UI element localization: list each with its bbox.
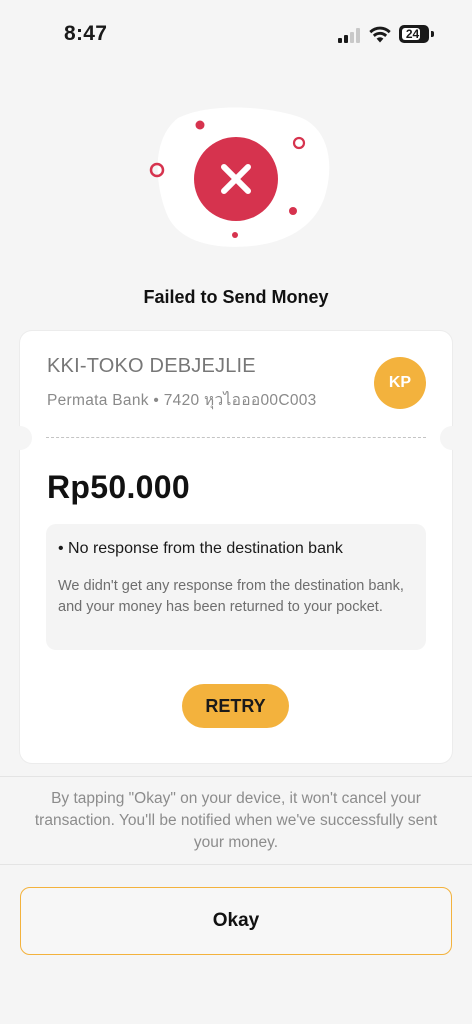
transaction-card: KKI-TOKO DEBJEJLIE Permata Bank • 7420 ห… [8,331,464,763]
recipient-bank-account: Permata Bank • 7420 หุวไอออ00C003 [47,392,317,409]
cancel-notice: By tapping "Okay" on your device, it won… [34,790,438,851]
failure-reason-title: • No response from the destination bank [58,540,343,557]
recipient-avatar: KP [374,357,426,409]
recipient-name: KKI-TOKO DEBJEJLIE [47,355,256,377]
page-title: Failed to Send Money [143,287,329,307]
failure-reason-box: • No response from the destination bank … [46,524,426,650]
ticket-notch-right [440,426,464,450]
failed-x-icon [194,137,278,221]
failed-transfer-screen: 8:47 24 Failed to Send Money KKI-TOKO DE… [0,0,472,1024]
section-divider-bottom [0,864,472,865]
ticket-divider [46,437,426,438]
ticket-notch-left [8,426,32,450]
section-divider-top [0,776,472,777]
retry-button[interactable]: RETRY [182,684,289,728]
failed-illustration [149,107,330,247]
status-bar: 8:47 24 [0,0,472,70]
battery-icon: 24 [399,25,429,43]
wifi-icon [369,26,391,43]
signal-icon [338,28,362,43]
failure-reason-description: We didn't get any response from the dest… [58,578,404,615]
okay-button[interactable]: Okay [20,887,452,955]
battery-tip [431,31,434,37]
status-time: 8:47 [64,22,108,45]
transfer-amount: Rp50.000 [47,469,190,505]
battery-level: 24 [405,27,420,41]
